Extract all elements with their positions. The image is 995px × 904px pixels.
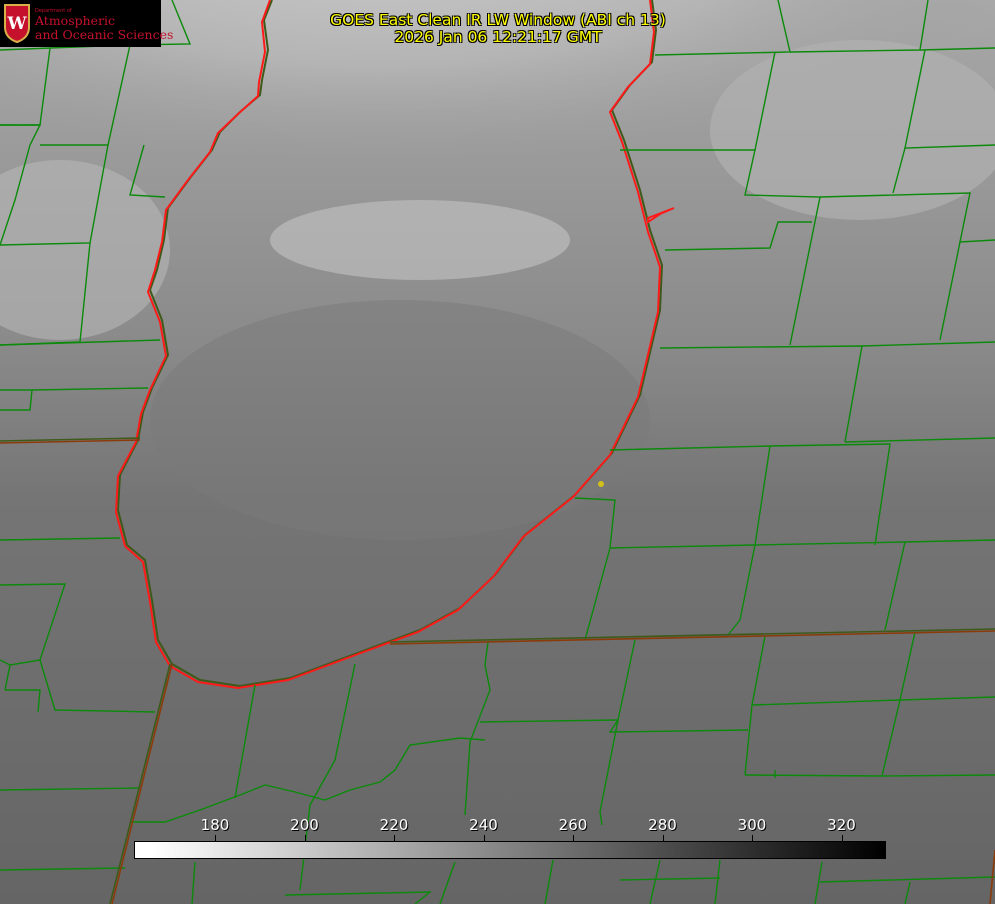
title-line2: 2026 Jan 06 12:21:17 GMT: [394, 28, 602, 46]
logo-line2: and Oceanic Sciences: [35, 27, 174, 42]
satellite-map: [0, 0, 995, 904]
colorbar-tick-label: 320: [827, 816, 856, 834]
colorbar-tick-label: 260: [558, 816, 588, 834]
darker-lake-band: [150, 300, 650, 540]
colorbar-tick-label: 220: [379, 816, 409, 834]
colorbar: [134, 841, 886, 859]
colorbar-tick-label: 280: [648, 816, 677, 834]
colorbar-tick-label: 300: [737, 816, 767, 834]
cloud-patch-lake: [270, 200, 570, 280]
colorbar-tick-mark: [215, 835, 216, 841]
logo-line1: Atmospheric: [35, 13, 116, 28]
colorbar-tick-label: 240: [469, 816, 498, 834]
colorbar-tick-mark: [662, 835, 664, 841]
colorbar-tick-mark: [752, 835, 753, 841]
uw-crest-icon: W: [4, 4, 30, 43]
uw-aos-logo: W Department of Atmospheric and Oceanic …: [0, 0, 173, 47]
colorbar-tick-mark: [304, 835, 306, 841]
city-marker: [598, 481, 604, 487]
title-line1: GOES East Clean IR LW Window (ABI ch 13): [330, 11, 666, 29]
colorbar-tick-mark: [573, 835, 574, 841]
colorbar-tick-mark: [394, 835, 395, 841]
colorbar-tick-label: 180: [200, 816, 230, 834]
colorbar-tick-mark: [483, 835, 485, 841]
image-title: GOES East Clean IR LW Window (ABI ch 13)…: [298, 12, 698, 46]
colorbar-tick-mark: [841, 835, 843, 841]
colorbar-tick-label: 200: [290, 816, 319, 834]
svg-text:W: W: [6, 14, 27, 34]
